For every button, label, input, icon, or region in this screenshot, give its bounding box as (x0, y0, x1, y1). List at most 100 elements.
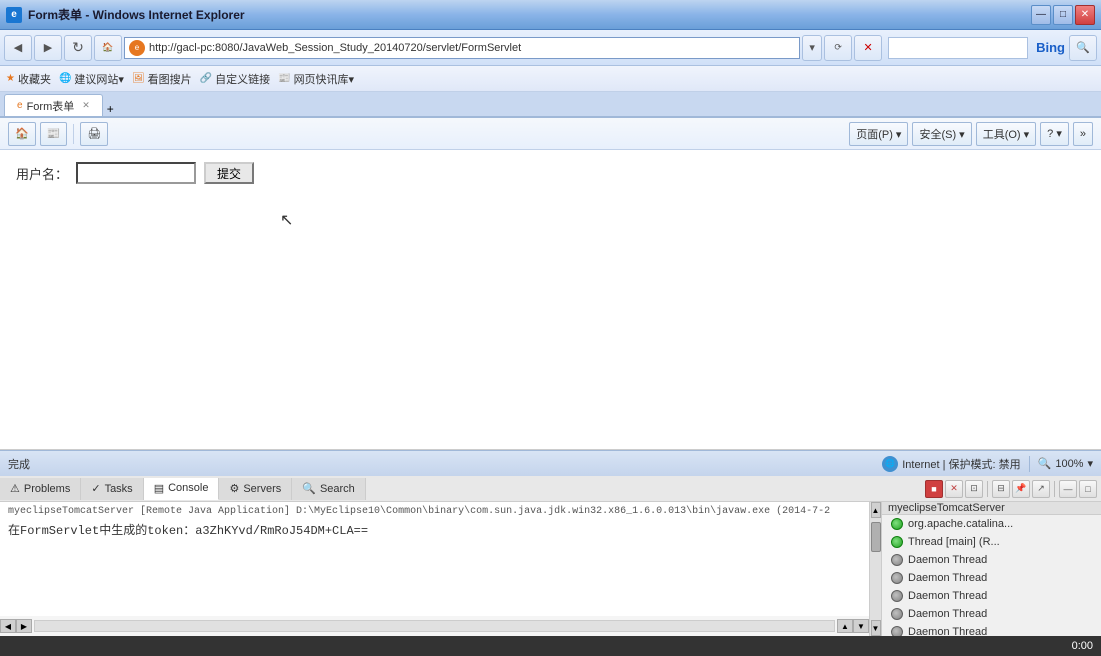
minimize-ide-button[interactable]: — (1059, 480, 1077, 498)
stop-button[interactable]: ■ (925, 480, 943, 498)
h-scrollbar[interactable] (34, 620, 835, 632)
scroll-up-btn[interactable]: ▲ (871, 502, 881, 518)
title-bar-left: e Form表单 - Windows Internet Explorer (6, 6, 245, 23)
toolbar-right: 页面(P) ▾ 安全(S) ▾ 工具(O) ▾ ? ▾ » (849, 122, 1093, 146)
home-toolbar-button[interactable]: 🏠 (8, 122, 36, 146)
status-right: 🌐 Internet | 保护模式: 禁用 🔍 100% ▾ (882, 456, 1093, 472)
bing-label: Bing (1036, 40, 1065, 55)
scroll-thumb[interactable] (871, 522, 881, 552)
forward-button[interactable]: ▶ (34, 35, 62, 61)
maximize-button[interactable]: □ (1053, 5, 1073, 25)
gray-dot-2 (891, 554, 903, 566)
clock: 0:00 (1072, 640, 1093, 652)
console-vscrollbar[interactable]: ▲ ▼ (869, 502, 881, 636)
expand-button[interactable]: » (1073, 122, 1093, 146)
tab-icon: e (17, 100, 23, 111)
tab-bar: e Form表单 ✕ + (0, 92, 1101, 118)
thread-label-6: Daemon Thread (908, 626, 987, 636)
thread-icon-4 (890, 589, 904, 603)
clear-button[interactable]: ⊡ (965, 480, 983, 498)
help-menu[interactable]: ? ▾ (1040, 122, 1069, 146)
thread-label-3: Daemon Thread (908, 572, 987, 584)
thread-item-main[interactable]: Thread [main] (R... (882, 533, 1101, 551)
feeds-button[interactable]: 📰 (40, 122, 68, 146)
thread-icon-6 (890, 625, 904, 636)
thread-label-1: Thread [main] (R... (908, 536, 1000, 548)
scroll-down-btn[interactable]: ▼ (871, 620, 881, 636)
page-icon: e (129, 40, 145, 56)
toolbar-separator (73, 124, 74, 144)
tab-console[interactable]: ▤ Console (144, 478, 220, 500)
refresh-page-button[interactable]: ⟳ (824, 35, 852, 61)
console-output-area: myeclipseTomcatServer [Remote Java Appli… (0, 502, 869, 616)
suggestions-button[interactable]: 🌐 建议网站▾ (59, 71, 124, 87)
ie-icon: e (6, 7, 22, 23)
ide-scroll-down[interactable]: ▼ (853, 619, 869, 633)
close-button[interactable]: ✕ (1075, 5, 1095, 25)
new-tab-button[interactable]: + (107, 102, 114, 116)
thread-item-daemon-4[interactable]: Daemon Thread (882, 623, 1101, 636)
favorites-button[interactable]: ★ 收藏夹 (6, 71, 51, 87)
safety-menu[interactable]: 安全(S) ▾ (912, 122, 971, 146)
ide-scroll-right[interactable]: ▶ (16, 619, 32, 633)
tab-search[interactable]: 🔍 Search (292, 478, 366, 500)
print-button[interactable]: 🖨 (80, 122, 108, 146)
thread-item-daemon-0[interactable]: Daemon Thread (882, 551, 1101, 569)
thread-item-daemon-3[interactable]: Daemon Thread (882, 605, 1101, 623)
tab-tasks[interactable]: ✓ Tasks (81, 478, 143, 500)
browser-content: 用户名： 提交 ↖ (0, 150, 1101, 450)
tasks-icon: ✓ (91, 482, 100, 495)
terminate-button[interactable]: ✕ (945, 480, 963, 498)
thread-icon-0 (890, 517, 904, 531)
custom-link-button[interactable]: 🔗 自定义链接 (200, 71, 270, 87)
bing-search-button[interactable]: 🔍 (1069, 35, 1097, 61)
pin-button[interactable]: 📌 (1012, 480, 1030, 498)
refresh-button[interactable]: ↻ (64, 35, 92, 61)
gray-dot-4 (891, 590, 903, 602)
ide-scroll-left[interactable]: ◀ (0, 619, 16, 633)
ide-scroll-up[interactable]: ▲ (837, 619, 853, 633)
webslice-button[interactable]: 📰 网页快讯库▾ (278, 71, 354, 87)
nav-bar: ◀ ▶ ↻ 🏠 e http://gacl-pc:8080/JavaWeb_Se… (0, 30, 1101, 66)
green-dot-1 (891, 536, 903, 548)
zoom-control[interactable]: 🔍 100% ▾ (1038, 457, 1093, 470)
open-console-button[interactable]: ↗ (1032, 480, 1050, 498)
scroll-lock-button[interactable]: ⊟ (992, 480, 1010, 498)
address-text: http://gacl-pc:8080/JavaWeb_Session_Stud… (149, 42, 521, 54)
submit-button[interactable]: 提交 (204, 162, 254, 184)
console-panel: myeclipseTomcatServer [Remote Java Appli… (0, 502, 869, 636)
problems-icon: ⚠ (10, 482, 20, 495)
username-input[interactable] (76, 162, 196, 184)
ide-sep1 (987, 481, 988, 497)
zoom-dropdown-icon: ▾ (1087, 457, 1093, 470)
tab-problems[interactable]: ⚠ Problems (0, 478, 81, 500)
address-bar[interactable]: e http://gacl-pc:8080/JavaWeb_Session_St… (124, 37, 800, 59)
gray-dot-5 (891, 608, 903, 620)
search-box[interactable] (888, 37, 1028, 59)
tab-servers[interactable]: ⚙ Servers (219, 478, 292, 500)
thread-item-daemon-1[interactable]: Daemon Thread (882, 569, 1101, 587)
internet-text: Internet | 保护模式: 禁用 (902, 456, 1020, 472)
minimize-button[interactable]: — (1031, 5, 1051, 25)
thread-item-daemon-2[interactable]: Daemon Thread (882, 587, 1101, 605)
page-menu[interactable]: 页面(P) ▾ (849, 122, 908, 146)
back-button[interactable]: ◀ (4, 35, 32, 61)
go-button[interactable]: ▾ (802, 35, 822, 61)
favorites-bar: ★ 收藏夹 🌐 建议网站▾ 🖼 看图搜片 🔗 自定义链接 📰 网页快讯库▾ (0, 66, 1101, 92)
home-button[interactable]: 🏠 (94, 35, 122, 61)
gray-dot-3 (891, 572, 903, 584)
form-tab[interactable]: e Form表单 ✕ (4, 94, 103, 116)
thread-panel: myeclipseTomcatServer org.apache.catalin… (881, 502, 1101, 636)
search-icon: 🔍 (302, 482, 316, 495)
thread-label-4: Daemon Thread (908, 590, 987, 602)
internet-icon: 🌐 (882, 456, 898, 472)
thread-item-catalina[interactable]: org.apache.catalina... (882, 515, 1101, 533)
console-icon: ▤ (154, 482, 164, 495)
tools-menu[interactable]: 工具(O) ▾ (976, 122, 1036, 146)
thread-icon-2 (890, 553, 904, 567)
zoom-level: 100% (1055, 458, 1083, 470)
maximize-ide-button[interactable]: □ (1079, 480, 1097, 498)
stop-button[interactable]: ✕ (854, 35, 882, 61)
tab-close[interactable]: ✕ (82, 100, 90, 111)
image-search-button[interactable]: 🖼 看图搜片 (132, 71, 192, 87)
